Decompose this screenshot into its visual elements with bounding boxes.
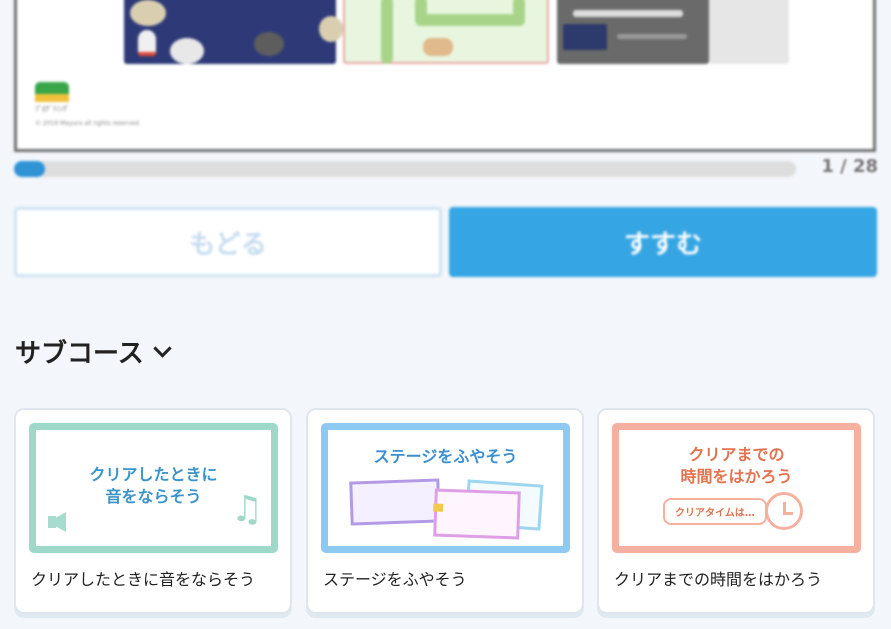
subcourse-card-image: ステージをふやそう <box>321 423 570 553</box>
brand-logo-text: ﾌﾟﾛｸﾞﾗﾐﾝｸﾞ <box>35 105 70 113</box>
subcourse-card-timer[interactable]: クリアまでの 時間をはかろう クリアタイムは… クリアまでの時間をはかろう <box>597 408 875 614</box>
maze-icon <box>433 488 521 540</box>
subcourse-card-sound[interactable]: クリアしたときに 音をならそう ♫ クリアしたときに音をならそう <box>14 408 292 614</box>
subcourse-card-image: クリアまでの 時間をはかろう クリアタイムは… <box>612 423 861 553</box>
next-button[interactable]: すすむ <box>449 207 877 277</box>
subcourse-card-caption: クリアまでの時間をはかろう <box>614 570 823 589</box>
rocket-icon <box>138 30 156 56</box>
slide-thumbnail-space <box>124 0 343 64</box>
music-note-icon: ♫ <box>230 489 263 530</box>
subcourse-card-art-title: クリアまでの 時間をはかろう <box>680 445 793 486</box>
subcourse-card-caption: ステージをふやそう <box>323 570 467 589</box>
slide-progress-fill <box>14 161 46 177</box>
slide-progress-count: 1 / 28 <box>821 156 878 177</box>
subcourse-title: サブコース <box>15 339 144 369</box>
subcourse-card-caption: クリアしたときに音をならそう <box>31 570 256 589</box>
slide-preview: ﾌﾟﾛｸﾞﾗﾐﾝｸﾞ © 2019 Mayura all rights rese… <box>14 0 876 152</box>
back-button[interactable]: もどる <box>14 207 442 277</box>
subcourse-card-image: クリアしたときに 音をならそう ♫ <box>29 423 278 553</box>
subcourse-card-stages[interactable]: ステージをふやそう ステージをふやそう <box>306 408 584 614</box>
hand-icon <box>423 38 453 56</box>
copyright-text: © 2019 Mayura all rights reserved. <box>35 120 141 127</box>
clear-time-pill: クリアタイムは… <box>663 498 767 525</box>
clock-icon <box>765 492 803 530</box>
maze-icon <box>349 478 441 526</box>
speaker-icon <box>48 508 70 532</box>
brand-logo <box>35 82 69 102</box>
slide-thumbnail-maze <box>343 0 549 64</box>
slide-thumbnail-blank <box>709 0 789 64</box>
slide-progress-bar <box>14 161 796 177</box>
chevron-down-icon <box>153 339 172 358</box>
subcourse-toggle[interactable]: サブコース <box>15 333 172 370</box>
subcourse-card-art-title: ステージをふやそう <box>373 447 518 466</box>
slide-thumbnail-editor <box>557 0 709 64</box>
